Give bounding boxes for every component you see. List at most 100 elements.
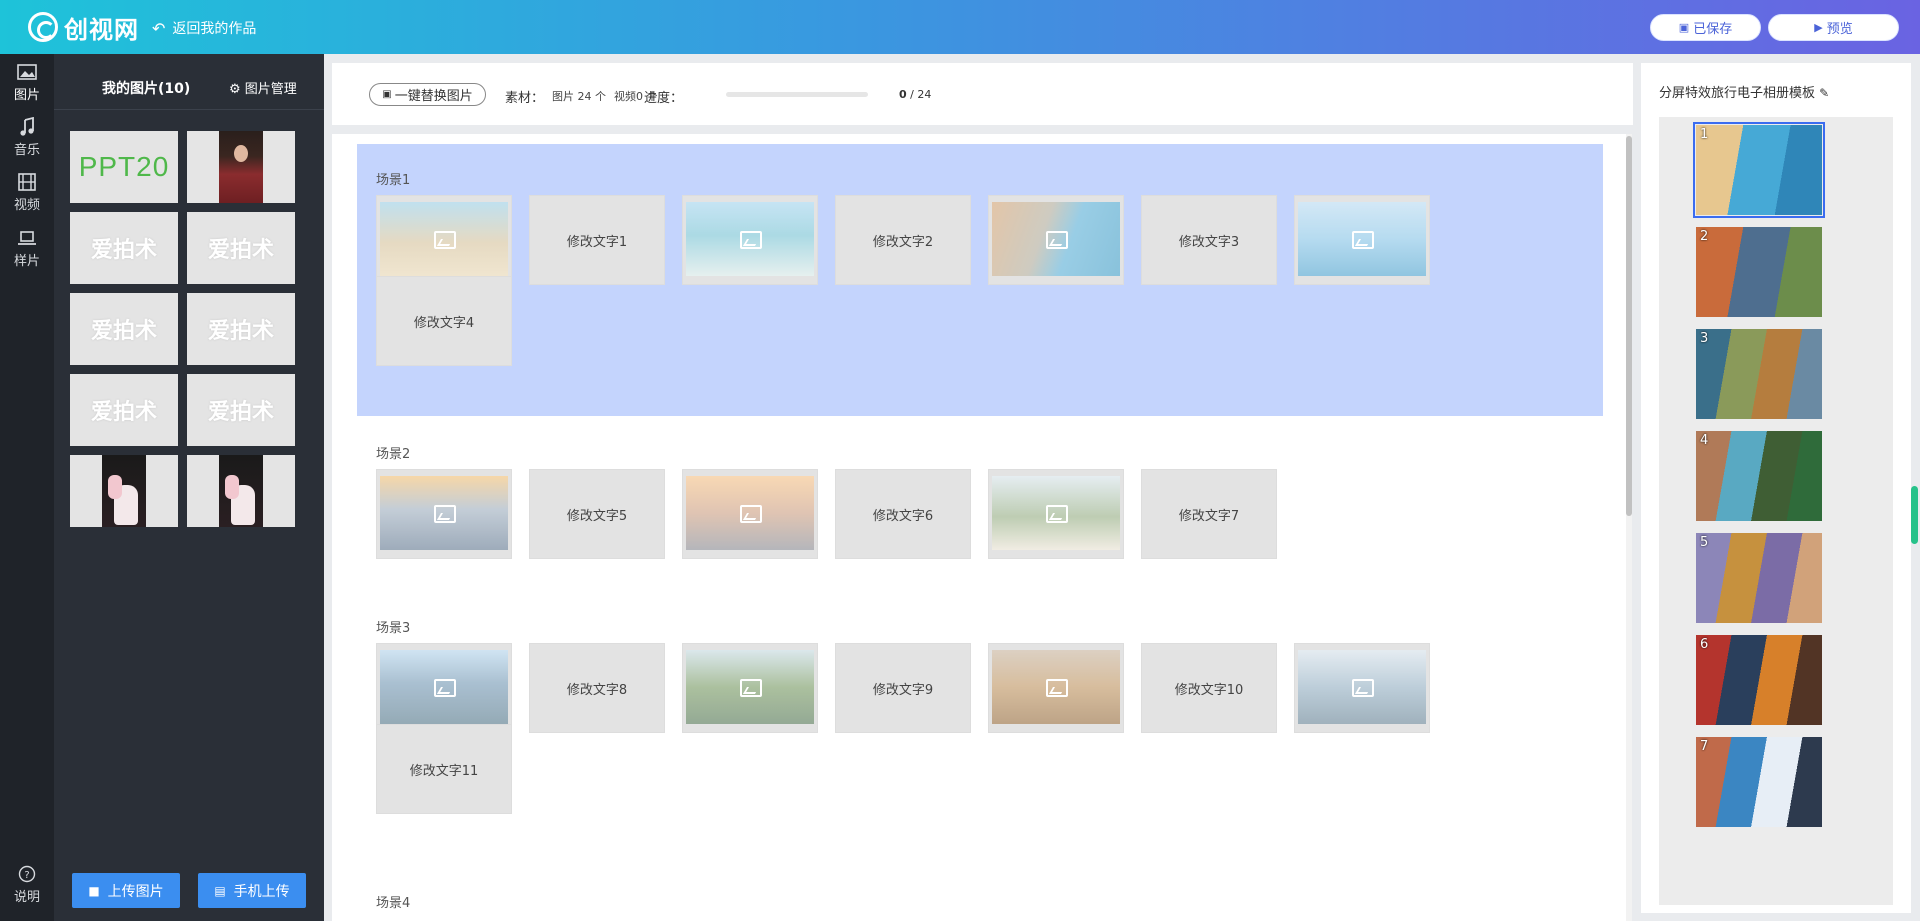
watermark-text: 爱拍术 <box>207 400 274 425</box>
left-icon-bar: 图片 音乐 视频 样片 ? 说明 <box>0 54 54 921</box>
save-icon: ▣ <box>1678 21 1690 34</box>
scene-text-slot[interactable]: 修改文字1 <box>529 195 665 285</box>
scene-text-slot[interactable]: 修改文字4 <box>376 276 512 366</box>
tab-image-manage[interactable]: ⚙ 图片管理 <box>229 78 297 97</box>
image-icon <box>17 64 37 80</box>
scene-image-slot[interactable] <box>1294 195 1430 285</box>
template-slide[interactable]: 3 <box>1696 329 1822 419</box>
camera-icon: ■ <box>88 883 100 898</box>
progress-count: 0 / 24 <box>899 88 931 101</box>
scene-text-slot[interactable]: 修改文字11 <box>376 724 512 814</box>
template-slide[interactable]: 2 <box>1696 227 1822 317</box>
template-slide[interactable]: 1 <box>1693 122 1825 218</box>
my-images-panel: 我的图片(10) ⚙ 图片管理 PPT20 爱拍术 爱拍术 爱拍术 爱拍术 爱拍术 爱拍术 … <box>54 54 324 921</box>
scene-text-label: 修改文字5 <box>566 508 628 524</box>
scene-image-slot[interactable] <box>376 195 512 285</box>
my-image-thumb[interactable] <box>70 455 178 527</box>
my-image-thumb[interactable]: 爱拍术 <box>70 374 178 446</box>
laptop-icon <box>18 231 36 245</box>
replace-image-icon <box>740 679 762 697</box>
my-image-thumb[interactable] <box>187 455 295 527</box>
slide-list: 1 2 3 4 5 6 7 <box>1659 117 1893 905</box>
scene-text-slot[interactable]: 修改文字10 <box>1141 643 1277 733</box>
nav-samples-label: 样片 <box>13 254 40 269</box>
scene-text-slot[interactable]: 修改文字5 <box>529 469 665 559</box>
slide-number: 1 <box>1700 127 1709 142</box>
scene-text-label: 修改文字6 <box>872 508 934 524</box>
scene-text-label: 修改文字10 <box>1174 682 1244 698</box>
nav-music-label: 音乐 <box>13 143 40 158</box>
scene-image-slot[interactable] <box>682 643 818 733</box>
image-count: 图片 24 个 <box>552 90 606 103</box>
slide-number: 4 <box>1700 433 1709 448</box>
nav-music[interactable]: 音乐 <box>0 117 54 158</box>
editor-scrollbar[interactable] <box>1626 134 1632 921</box>
scene-image-slot[interactable] <box>988 469 1124 559</box>
replace-image-icon <box>1046 231 1068 249</box>
preview-button[interactable]: ▶ 预览 <box>1768 14 1899 41</box>
scene-image-slot[interactable] <box>1294 643 1430 733</box>
nav-help[interactable]: ? 说明 <box>0 864 54 905</box>
scene-text-label: 修改文字1 <box>566 234 628 250</box>
nav-video-label: 视频 <box>13 198 40 213</box>
portrait-photo <box>219 131 263 203</box>
template-title-text: 分屏特效旅行电子相册模板 <box>1659 86 1816 101</box>
replace-image-icon <box>740 505 762 523</box>
scene-image-slot[interactable] <box>376 643 512 733</box>
nav-images[interactable]: 图片 <box>0 62 54 103</box>
save-icon: ▣ <box>382 89 392 100</box>
page-scrollbar-thumb[interactable] <box>1911 486 1918 544</box>
scene-text-slot[interactable]: 修改文字7 <box>1141 469 1277 559</box>
saved-button[interactable]: ▣ 已保存 <box>1650 14 1761 41</box>
scene-image-slot[interactable] <box>682 469 818 559</box>
mobile-upload-label: 手机上传 <box>233 883 290 900</box>
mobile-upload-button[interactable]: ▤ 手机上传 <box>198 873 306 908</box>
top-header: 创视网 ↶ 返回我的作品 ▣ 已保存 ▶ 预览 <box>0 0 1920 54</box>
scene-text-slot[interactable]: 修改文字2 <box>835 195 971 285</box>
my-image-thumb[interactable] <box>187 131 295 203</box>
progress-bar <box>726 92 868 97</box>
logo-mark-icon <box>28 12 58 42</box>
scene-image-slot[interactable] <box>988 195 1124 285</box>
template-slide[interactable]: 4 <box>1696 431 1822 521</box>
scene-image-slot[interactable] <box>376 469 512 559</box>
my-image-thumb[interactable]: 爱拍术 <box>187 212 295 284</box>
editor-scroll-thumb[interactable] <box>1626 136 1632 516</box>
my-image-thumb[interactable]: 爱拍术 <box>187 293 295 365</box>
one-click-replace-button[interactable]: ▣ 一键替换图片 <box>369 83 486 106</box>
scene-text-slot[interactable]: 修改文字8 <box>529 643 665 733</box>
template-slide[interactable]: 7 <box>1696 737 1822 827</box>
scene-image-slot[interactable] <box>682 195 818 285</box>
watermark-text: 爱拍术 <box>90 400 157 425</box>
template-title[interactable]: 分屏特效旅行电子相册模板 ✎ <box>1659 82 1829 101</box>
scene-image-slot[interactable] <box>988 643 1124 733</box>
my-image-thumb[interactable]: PPT20 <box>70 131 178 203</box>
image-panel-tabs: 我的图片(10) ⚙ 图片管理 <box>54 54 324 110</box>
template-slide[interactable]: 6 <box>1696 635 1822 725</box>
scene-editor: 场景1 修改文字1 修改文字2 修改文字3 修改文字4 场景2 修改文字5 修改文字6 修改文字… <box>332 134 1632 921</box>
scene-text-label: 修改文字11 <box>409 763 479 779</box>
logo[interactable]: 创视网 <box>28 10 139 44</box>
upload-image-button[interactable]: ■ 上传图片 <box>72 873 180 908</box>
scene-text-slot[interactable]: 修改文字3 <box>1141 195 1277 285</box>
progress-label: 进度： <box>644 91 684 106</box>
nav-help-label: 说明 <box>13 890 40 905</box>
nav-video[interactable]: 视频 <box>0 172 54 213</box>
tab-my-images[interactable]: 我的图片(10) <box>102 78 190 98</box>
saved-label: 已保存 <box>1693 22 1733 37</box>
back-to-my-works-link[interactable]: ↶ 返回我的作品 <box>152 18 256 38</box>
logo-text: 创视网 <box>64 15 139 44</box>
scene-text-label: 修改文字3 <box>1178 234 1240 250</box>
nav-samples[interactable]: 样片 <box>0 228 54 269</box>
slide-number: 2 <box>1700 229 1709 244</box>
play-icon: ▶ <box>1814 21 1823 34</box>
template-slide[interactable]: 5 <box>1696 533 1822 623</box>
pencil-icon[interactable]: ✎ <box>1819 86 1829 100</box>
my-image-thumb[interactable]: 爱拍术 <box>187 374 295 446</box>
my-image-thumb[interactable]: 爱拍术 <box>70 293 178 365</box>
watermark-text: 爱拍术 <box>207 319 274 344</box>
replace-image-icon <box>1046 679 1068 697</box>
scene-text-slot[interactable]: 修改文字6 <box>835 469 971 559</box>
scene-text-slot[interactable]: 修改文字9 <box>835 643 971 733</box>
my-image-thumb[interactable]: 爱拍术 <box>70 212 178 284</box>
